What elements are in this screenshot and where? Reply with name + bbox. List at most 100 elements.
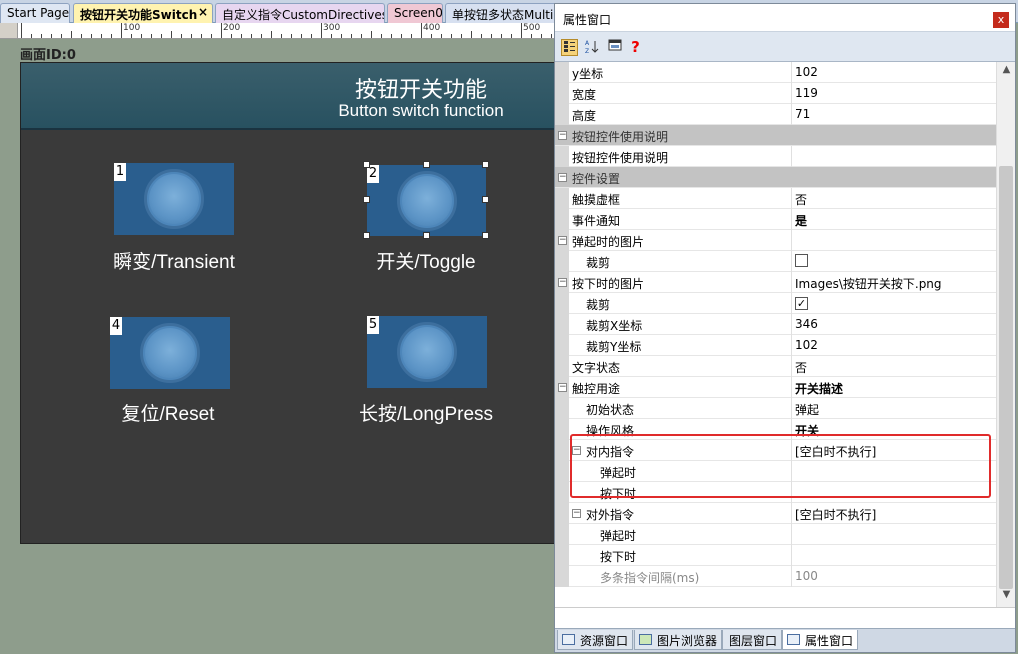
property-name: 宽度 bbox=[572, 88, 597, 102]
close-icon[interactable]: x bbox=[993, 12, 1009, 28]
property-group[interactable]: − 对外指令 [空白时不执行] bbox=[555, 503, 996, 524]
ruler-corner bbox=[0, 23, 18, 38]
reset-button[interactable]: 4 bbox=[110, 317, 230, 389]
categorized-icon[interactable] bbox=[561, 39, 578, 56]
property-row[interactable]: 按钮控件使用说明 bbox=[555, 146, 996, 167]
property-value[interactable]: Images\按钮开关按下.png bbox=[791, 272, 996, 293]
property-category[interactable]: − 控件设置 bbox=[555, 167, 996, 188]
longpress-button[interactable]: 5 bbox=[367, 316, 487, 388]
property-value[interactable]: 346 bbox=[791, 314, 996, 335]
property-row[interactable]: 裁剪 ✓ bbox=[555, 293, 996, 314]
ruler-tick bbox=[121, 23, 122, 38]
collapse-icon[interactable]: − bbox=[558, 131, 567, 140]
ruler-tick bbox=[521, 23, 522, 38]
toggle-label: 开关/Toggle bbox=[376, 252, 476, 273]
crop-checkbox[interactable] bbox=[795, 254, 808, 267]
property-value[interactable]: 是 bbox=[791, 209, 996, 230]
property-row[interactable]: 多条指令间隔(ms) 100 bbox=[555, 566, 996, 587]
property-group[interactable]: − 按下时的图片 Images\按钮开关按下.png bbox=[555, 272, 996, 293]
property-value[interactable]: 119 bbox=[791, 83, 996, 104]
tab-screen0[interactable]: Screen0 bbox=[387, 3, 443, 23]
property-row[interactable]: 初始状态 弹起 bbox=[555, 398, 996, 419]
property-value[interactable] bbox=[791, 230, 996, 251]
resize-handle[interactable] bbox=[363, 161, 370, 168]
property-name: 初始状态 bbox=[586, 403, 635, 417]
property-row[interactable]: 高度 71 bbox=[555, 104, 996, 125]
property-value[interactable]: [空白时不执行] bbox=[791, 503, 996, 524]
property-value[interactable]: 弹起 bbox=[791, 398, 996, 419]
property-value[interactable]: 71 bbox=[791, 104, 996, 125]
property-row[interactable]: 按下时 bbox=[555, 545, 996, 566]
tab-label: 资源窗口 bbox=[580, 634, 629, 648]
property-row[interactable]: 宽度 119 bbox=[555, 83, 996, 104]
property-value[interactable] bbox=[791, 251, 996, 272]
property-row[interactable]: 文字状态 否 bbox=[555, 356, 996, 377]
help-icon[interactable]: ? bbox=[627, 39, 644, 56]
longpress-label: 长按/LongPress bbox=[358, 404, 494, 425]
property-category[interactable]: − 按钮控件使用说明 bbox=[555, 125, 996, 146]
property-value[interactable] bbox=[791, 146, 996, 167]
resize-handle[interactable] bbox=[482, 161, 489, 168]
tab-multi-state[interactable]: 单按钮多状态Multi bbox=[445, 3, 560, 23]
tab-resource-window[interactable]: 资源窗口 bbox=[557, 630, 634, 650]
hmi-screen-canvas[interactable]: 按钮开关功能 Button switch function 1 瞬变/Trans… bbox=[20, 62, 556, 544]
property-name: 事件通知 bbox=[572, 214, 621, 228]
collapse-icon[interactable]: − bbox=[558, 383, 567, 392]
collapse-icon[interactable]: − bbox=[558, 173, 567, 182]
property-pages-icon[interactable] bbox=[606, 39, 623, 56]
property-row[interactable]: 裁剪 bbox=[555, 251, 996, 272]
crop-checkbox-checked[interactable]: ✓ bbox=[795, 297, 808, 310]
tab-layer-window[interactable]: 图层窗口 bbox=[722, 630, 783, 650]
tab-property-window[interactable]: 属性窗口 bbox=[782, 630, 859, 650]
vertical-scrollbar[interactable]: ▲ ▼ bbox=[996, 62, 1015, 607]
property-toolbar: AZ ? bbox=[555, 32, 1015, 62]
close-icon[interactable]: × bbox=[198, 5, 208, 19]
button-knob bbox=[396, 170, 457, 231]
property-value[interactable]: 否 bbox=[791, 356, 996, 377]
property-group[interactable]: − 触控用途 开关描述 bbox=[555, 377, 996, 398]
resize-handle[interactable] bbox=[482, 232, 489, 239]
property-name: y坐标 bbox=[572, 67, 604, 81]
tab-button-switch[interactable]: 按钮开关功能Switch × bbox=[73, 3, 213, 23]
tab-custom-directives[interactable]: 自定义指令CustomDirectives bbox=[215, 3, 385, 23]
collapse-icon[interactable]: − bbox=[558, 236, 567, 245]
sort-az-icon[interactable]: AZ bbox=[583, 39, 600, 56]
toggle-button[interactable]: 2 bbox=[367, 165, 486, 236]
property-row[interactable]: 触摸虚框 否 bbox=[555, 188, 996, 209]
horizontal-ruler: 100 200 300 400 500 bbox=[0, 23, 556, 39]
collapse-icon[interactable]: − bbox=[572, 509, 581, 518]
property-value[interactable]: 否 bbox=[791, 188, 996, 209]
property-group[interactable]: − 弹起时的图片 bbox=[555, 230, 996, 251]
property-row[interactable]: 裁剪Y坐标 102 bbox=[555, 335, 996, 356]
ruler-label: 100 bbox=[123, 23, 141, 33]
ruler-tick bbox=[321, 23, 322, 38]
property-row[interactable]: 弹起时 bbox=[555, 524, 996, 545]
tab-start-page[interactable]: Start Page bbox=[0, 3, 70, 23]
property-value[interactable]: 开关描述 bbox=[791, 377, 996, 398]
tab-image-browser[interactable]: 图片浏览器 bbox=[634, 630, 723, 650]
property-value[interactable]: 100 bbox=[791, 566, 996, 587]
category-name: 按钮控件使用说明 bbox=[572, 130, 669, 144]
property-value[interactable] bbox=[791, 545, 996, 566]
property-row[interactable]: 事件通知 是 bbox=[555, 209, 996, 230]
transient-button[interactable]: 1 bbox=[114, 163, 234, 235]
resize-handle[interactable] bbox=[423, 161, 430, 168]
property-name: 裁剪Y坐标 bbox=[586, 340, 642, 354]
property-value[interactable]: 102 bbox=[791, 62, 996, 83]
property-value[interactable] bbox=[791, 524, 996, 545]
property-value[interactable]: 102 bbox=[791, 335, 996, 356]
resize-handle[interactable] bbox=[363, 196, 370, 203]
property-value[interactable]: ✓ bbox=[791, 293, 996, 314]
resize-handle[interactable] bbox=[423, 232, 430, 239]
collapse-icon[interactable]: − bbox=[558, 278, 567, 287]
property-row[interactable]: y坐标 102 bbox=[555, 62, 996, 83]
ruler-tick bbox=[421, 23, 422, 38]
scroll-down-icon[interactable]: ▼ bbox=[997, 589, 1016, 606]
resize-handle[interactable] bbox=[482, 196, 489, 203]
scrollbar-thumb[interactable] bbox=[999, 166, 1013, 589]
highlight-box bbox=[570, 434, 991, 498]
resize-handle[interactable] bbox=[363, 232, 370, 239]
property-row[interactable]: 裁剪X坐标 346 bbox=[555, 314, 996, 335]
button-index: 4 bbox=[110, 317, 122, 335]
scroll-up-icon[interactable]: ▲ bbox=[997, 64, 1016, 81]
